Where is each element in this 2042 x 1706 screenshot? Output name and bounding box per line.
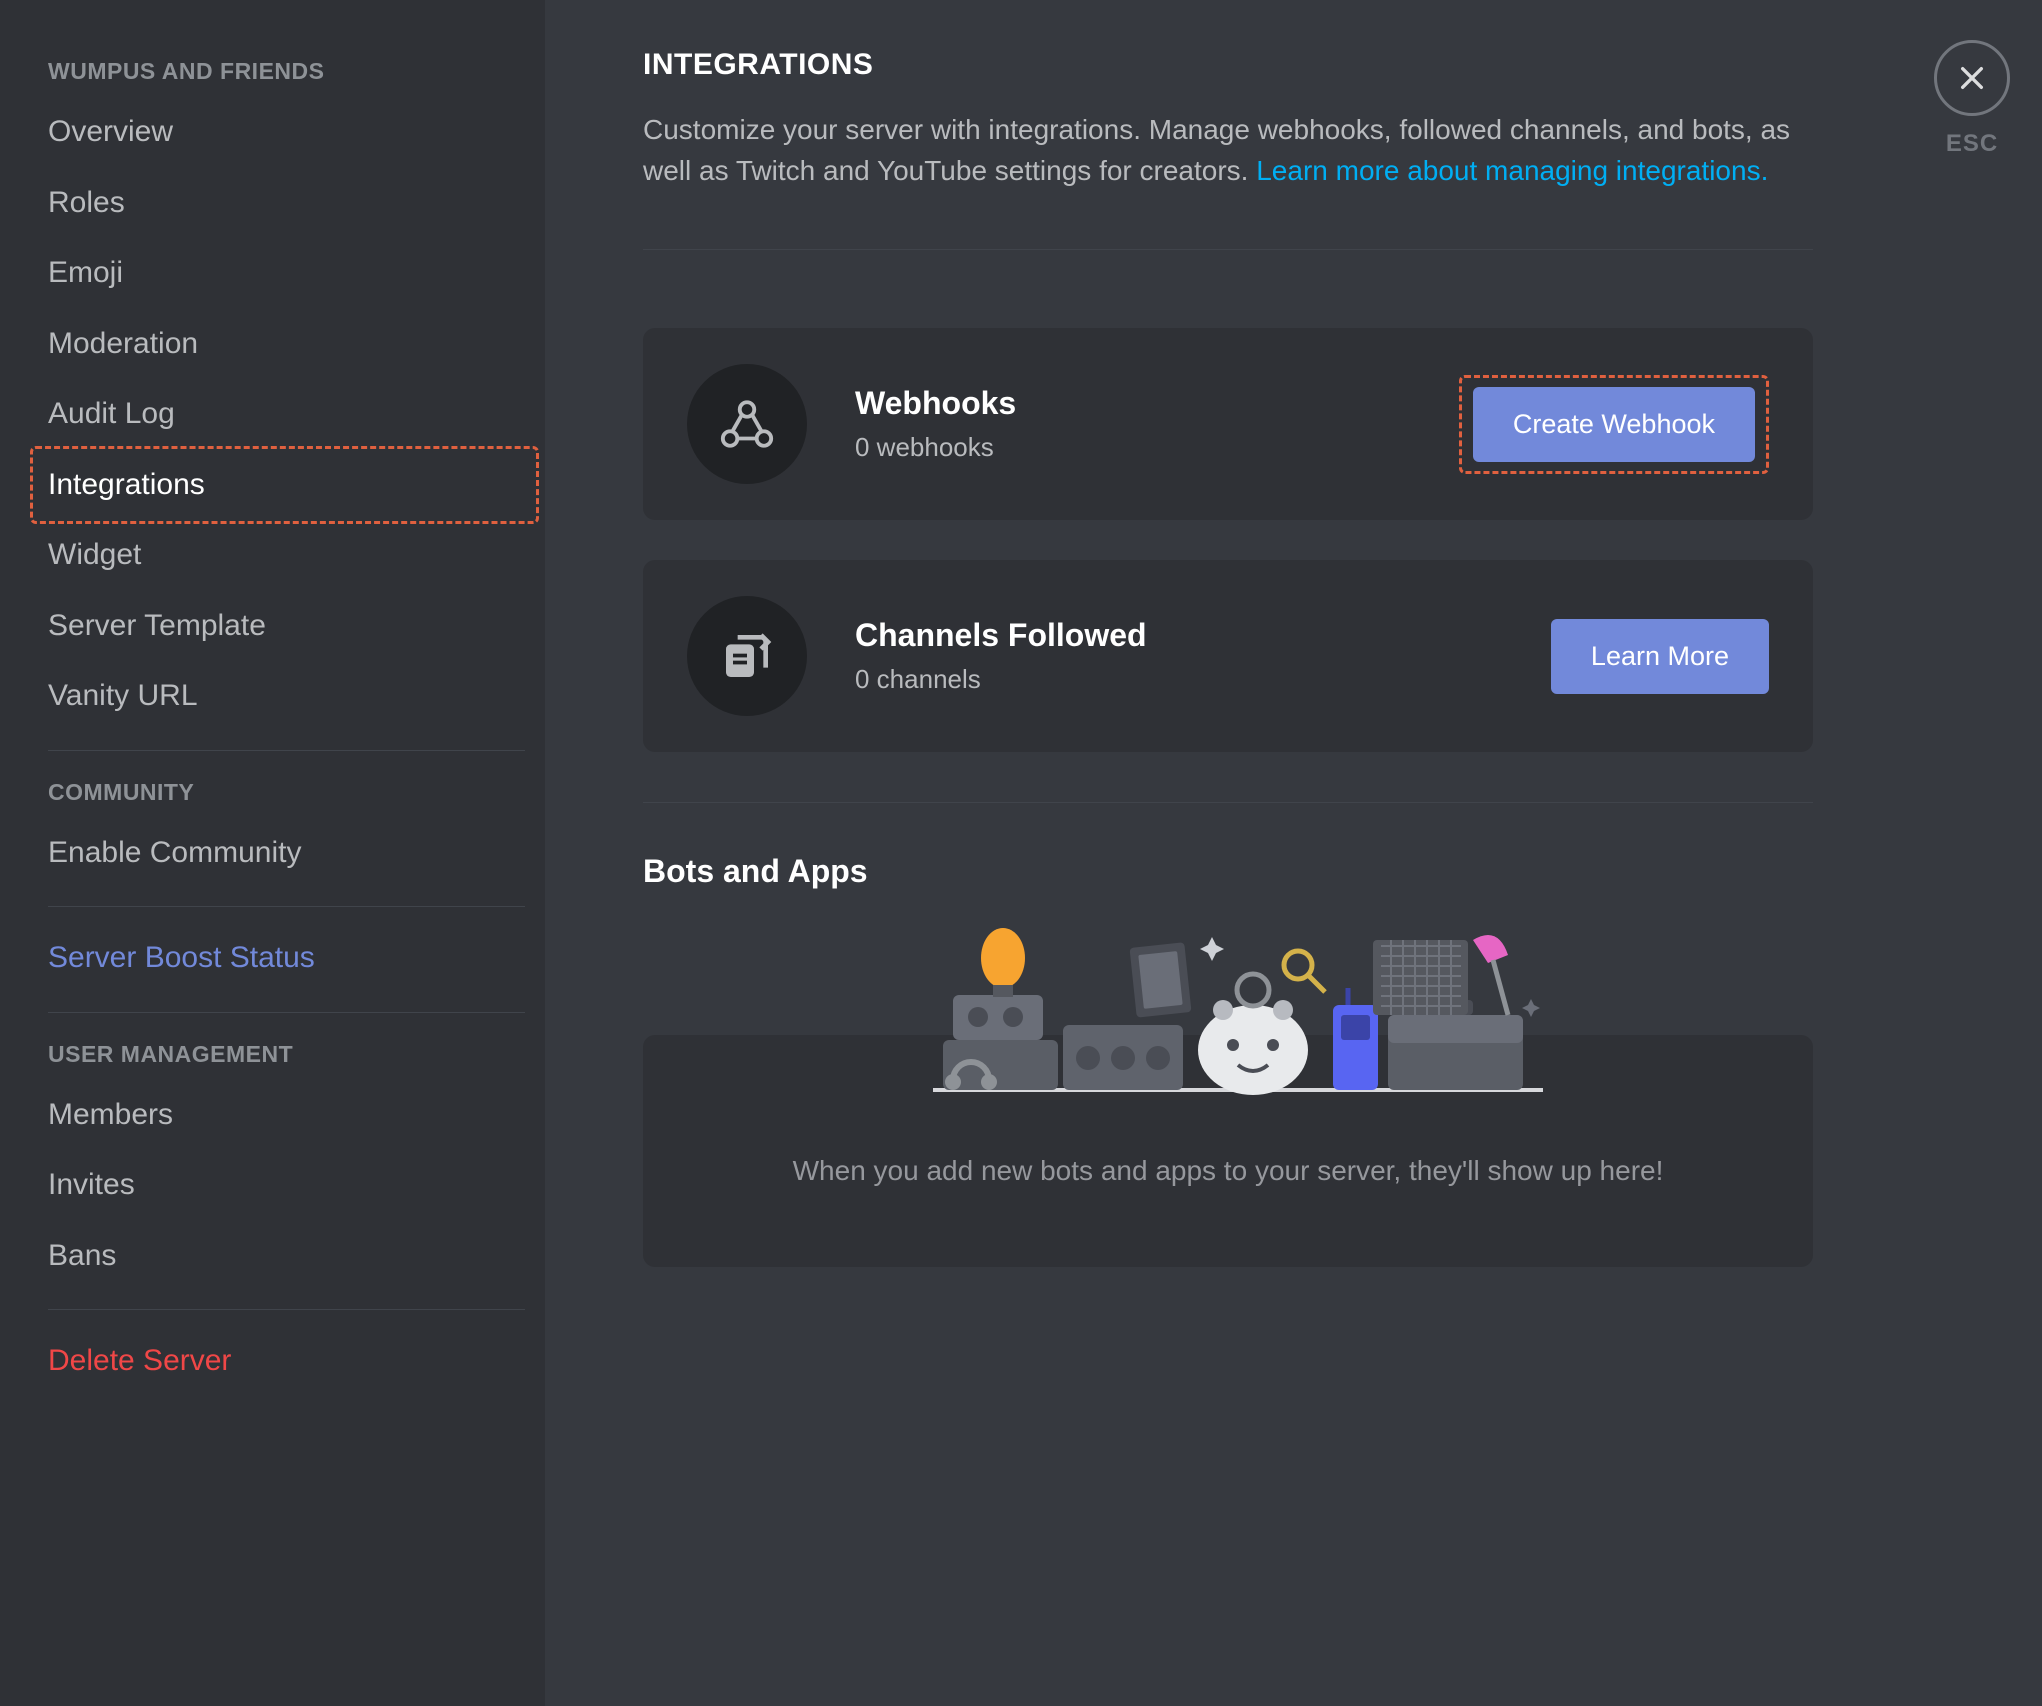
create-webhook-button[interactable]: Create Webhook — [1473, 387, 1755, 462]
sidebar-item-label: Overview — [48, 115, 173, 148]
close-label: ESC — [1946, 130, 1998, 158]
sidebar-item-label: Enable Community — [48, 836, 301, 869]
bots-illustration — [933, 910, 1543, 1095]
sidebar-item-server-template[interactable]: Server Template — [48, 593, 525, 660]
sidebar-item-label: Roles — [48, 186, 125, 219]
sidebar-item-label: Server Template — [48, 609, 266, 642]
webhooks-title: Webhooks — [855, 385, 1459, 422]
sidebar-divider — [48, 1309, 525, 1310]
sidebar-item-vanity-url[interactable]: Vanity URL — [48, 663, 525, 730]
channels-followed-title: Channels Followed — [855, 617, 1551, 654]
sidebar-item-audit-log[interactable]: Audit Log — [48, 381, 525, 448]
bots-and-apps-heading: Bots and Apps — [643, 853, 1832, 890]
sidebar-item-label: Vanity URL — [48, 679, 198, 712]
sidebar-item-label: Emoji — [48, 256, 123, 289]
main-divider — [643, 249, 1813, 250]
sidebar-item-label: Bans — [48, 1239, 116, 1272]
sidebar-item-integrations[interactable]: Integrations — [48, 452, 525, 519]
sidebar-item-roles[interactable]: Roles — [48, 170, 525, 237]
bots-placeholder-text: When you add new bots and apps to your s… — [687, 1155, 1769, 1187]
sidebar-header-community: COMMUNITY — [48, 769, 525, 816]
channels-followed-count: 0 channels — [855, 664, 1551, 695]
sidebar-header-wumpus: WUMPUS AND FRIENDS — [48, 48, 525, 95]
channels-followed-icon — [687, 596, 807, 716]
main-divider — [643, 802, 1813, 803]
sidebar-item-label: Moderation — [48, 327, 198, 360]
sidebar-item-emoji[interactable]: Emoji — [48, 240, 525, 307]
channels-followed-card: Channels Followed 0 channels Learn More — [643, 560, 1813, 752]
sidebar-item-enable-community[interactable]: Enable Community — [48, 820, 525, 887]
sidebar-item-bans[interactable]: Bans — [48, 1223, 525, 1290]
page-title: INTEGRATIONS — [643, 48, 1832, 82]
sidebar-item-invites[interactable]: Invites — [48, 1152, 525, 1219]
settings-sidebar: WUMPUS AND FRIENDS Overview Roles Emoji … — [0, 0, 545, 1706]
sidebar-item-label: Server Boost Status — [48, 941, 315, 974]
sidebar-divider — [48, 750, 525, 751]
sidebar-item-label: Integrations — [48, 468, 205, 501]
webhook-icon — [687, 364, 807, 484]
sidebar-item-label: Audit Log — [48, 397, 175, 430]
learn-more-button[interactable]: Learn More — [1551, 619, 1769, 694]
sidebar-item-delete-server[interactable]: Delete Server — [48, 1328, 525, 1395]
sidebar-item-label: Widget — [48, 538, 141, 571]
sidebar-item-widget[interactable]: Widget — [48, 522, 525, 589]
sidebar-item-members[interactable]: Members — [48, 1082, 525, 1149]
sidebar-item-label: Members — [48, 1098, 173, 1131]
close-icon — [1956, 62, 1988, 94]
sidebar-item-boost-status[interactable]: Server Boost Status — [48, 925, 525, 992]
sidebar-divider — [48, 1012, 525, 1013]
webhooks-card: Webhooks 0 webhooks Create Webhook — [643, 328, 1813, 520]
sidebar-divider — [48, 906, 525, 907]
close-column: ESC — [1902, 0, 2042, 1706]
sidebar-item-moderation[interactable]: Moderation — [48, 311, 525, 378]
close-button[interactable] — [1934, 40, 2010, 116]
sidebar-item-label: Invites — [48, 1168, 135, 1201]
sidebar-item-overview[interactable]: Overview — [48, 99, 525, 166]
sidebar-item-label: Delete Server — [48, 1344, 231, 1377]
webhooks-count: 0 webhooks — [855, 432, 1459, 463]
main-content: INTEGRATIONS Customize your server with … — [545, 0, 1902, 1706]
sidebar-header-user-management: USER MANAGEMENT — [48, 1031, 525, 1078]
page-description: Customize your server with integrations.… — [643, 110, 1813, 191]
learn-more-link[interactable]: Learn more about managing integrations. — [1256, 155, 1768, 186]
